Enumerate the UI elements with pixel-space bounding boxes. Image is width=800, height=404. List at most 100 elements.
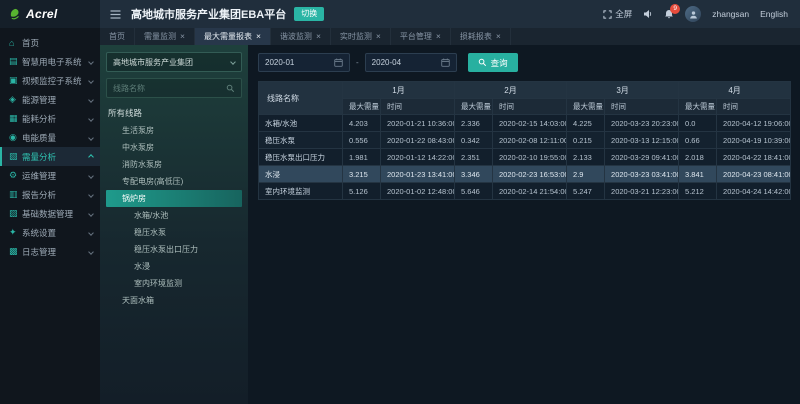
tree-item[interactable]: 锅炉房 bbox=[106, 190, 242, 207]
sidebar-item-label: 系统设置 bbox=[22, 227, 89, 239]
sidebar-item[interactable]: ⌂首页 bbox=[0, 33, 100, 52]
close-icon[interactable]: × bbox=[436, 32, 441, 41]
demand-cell: 2.133 bbox=[567, 149, 605, 166]
table-row[interactable]: 水浸3.2152020-01-23 13:41:003.3462020-02-2… bbox=[259, 166, 791, 183]
query-button[interactable]: 查询 bbox=[468, 53, 518, 72]
line-name-cell: 室内环境监测 bbox=[259, 183, 343, 200]
tab[interactable]: 首页 bbox=[100, 28, 135, 45]
table-header: 线路名称1月2月3月4月最大需量时间最大需量时间最大需量时间最大需量时间 bbox=[259, 82, 791, 115]
close-icon[interactable]: × bbox=[180, 32, 185, 41]
username[interactable]: zhangsan bbox=[712, 9, 749, 19]
time-cell: 2020-01-02 12:48:00 bbox=[381, 183, 455, 200]
tree-item[interactable]: 水浸 bbox=[106, 258, 242, 275]
demand-cell: 0.66 bbox=[679, 132, 717, 149]
sidebar-item-label: 运维管理 bbox=[22, 170, 89, 182]
column-header-max-demand: 最大需量 bbox=[455, 99, 493, 115]
tab[interactable]: 损耗报表× bbox=[451, 28, 511, 45]
tree-item[interactable]: 水箱/水池 bbox=[106, 207, 242, 224]
sidebar-item-label: 能源管理 bbox=[22, 94, 89, 106]
close-icon[interactable]: × bbox=[376, 32, 381, 41]
tab[interactable]: 最大需量报表 × bbox=[195, 28, 271, 45]
tab[interactable]: 实时监测× bbox=[331, 28, 391, 45]
time-cell: 2020-04-23 08:41:00 bbox=[717, 166, 791, 183]
time-cell: 2020-03-23 20:23:00 bbox=[605, 115, 679, 132]
close-icon[interactable]: × bbox=[316, 32, 321, 41]
tab-label: 首页 bbox=[109, 31, 125, 42]
query-button-label: 查询 bbox=[491, 57, 508, 69]
tree-item[interactable]: 专配电房(高低压) bbox=[106, 173, 242, 190]
notification-badge: 9 bbox=[670, 4, 680, 14]
tree-item[interactable]: 稳压水泵 bbox=[106, 224, 242, 241]
tab-label: 最大需量报表 bbox=[204, 31, 252, 42]
calendar-icon bbox=[441, 58, 450, 67]
table-row[interactable]: 水箱/水池4.2032020-01-21 10:36:002.3362020-0… bbox=[259, 115, 791, 132]
sidebar-item[interactable]: ▣视频监控子系统 bbox=[0, 71, 100, 90]
start-date-picker[interactable]: 2020-01 bbox=[258, 53, 350, 72]
column-header-max-demand: 最大需量 bbox=[679, 99, 717, 115]
demand-cell: 3.215 bbox=[343, 166, 381, 183]
tab[interactable]: 谐波监测 × bbox=[271, 28, 331, 45]
end-date-picker[interactable]: 2020-04 bbox=[365, 53, 457, 72]
table-row[interactable]: 稳压水泵出口压力1.9812020-01-12 14:22:002.351202… bbox=[259, 149, 791, 166]
time-cell: 2020-04-12 19:06:00 bbox=[717, 115, 791, 132]
sidebar-item[interactable]: ▥报告分析 bbox=[0, 185, 100, 204]
demand-cell: 3.841 bbox=[679, 166, 717, 183]
switch-button[interactable]: 切换 bbox=[294, 7, 324, 21]
tree-item[interactable]: 稳压水泵出口压力 bbox=[106, 241, 242, 258]
demand-cell: 3.346 bbox=[455, 166, 493, 183]
sidebar-item[interactable]: ◉电能质量 bbox=[0, 128, 100, 147]
sidebar-item[interactable]: ✦系统设置 bbox=[0, 223, 100, 242]
speaker-icon[interactable] bbox=[643, 9, 653, 19]
page-title: 高地城市服务产业集团EBA平台 bbox=[131, 6, 286, 22]
tree-item[interactable]: 天面水箱 bbox=[106, 292, 242, 309]
tree-item[interactable]: 中水泵房 bbox=[106, 139, 242, 156]
chevron-down-icon bbox=[88, 173, 94, 179]
time-cell: 2020-04-19 10:39:00 bbox=[717, 132, 791, 149]
sidebar-item-label: 视频监控子系统 bbox=[22, 75, 89, 87]
org-select[interactable]: 高地城市服务产业集团 bbox=[106, 52, 242, 72]
notifications-button[interactable]: 9 bbox=[664, 9, 674, 19]
sidebar-item[interactable]: ◈能源管理 bbox=[0, 90, 100, 109]
search-input[interactable] bbox=[113, 84, 222, 93]
fullscreen-button[interactable]: 全屏 bbox=[603, 8, 632, 20]
start-date-value: 2020-01 bbox=[265, 58, 294, 67]
date-range-separator: - bbox=[356, 58, 359, 67]
main-content: 2020-01 - 2020-04 查询 bbox=[248, 45, 800, 404]
column-header-max-demand: 最大需量 bbox=[343, 99, 381, 115]
demand-cell: 0.0 bbox=[679, 115, 717, 132]
time-cell: 2020-02-14 21:54:00 bbox=[493, 183, 567, 200]
tree-item[interactable]: 消防水泵房 bbox=[106, 156, 242, 173]
time-cell: 2020-01-12 14:22:00 bbox=[381, 149, 455, 166]
tree-root-node[interactable]: 所有线路 bbox=[108, 107, 240, 119]
line-tree: 生活泵房中水泵房消防水泵房专配电房(高低压)锅炉房水箱/水池稳压水泵稳压水泵出口… bbox=[106, 122, 242, 309]
fullscreen-label: 全屏 bbox=[615, 8, 632, 20]
tab[interactable]: 需量监测× bbox=[135, 28, 195, 45]
tab-label: 谐波监测 bbox=[280, 31, 312, 42]
sidebar-item[interactable]: ⚙运维管理 bbox=[0, 166, 100, 185]
tab[interactable]: 平台管理× bbox=[391, 28, 451, 45]
sidebar-item[interactable]: ▤智慧用电子系统 bbox=[0, 52, 100, 71]
column-header-line-name: 线路名称 bbox=[259, 82, 343, 115]
sidebar-menu: ⌂首页▤智慧用电子系统▣视频监控子系统◈能源管理▦能耗分析◉电能质量▧需量分析⚙… bbox=[0, 28, 100, 261]
demand-cell: 4.203 bbox=[343, 115, 381, 132]
chevron-down-icon bbox=[88, 78, 94, 84]
sidebar-item[interactable]: ▦能耗分析 bbox=[0, 109, 100, 128]
search-icon[interactable] bbox=[226, 84, 235, 93]
brand-name: Acrel bbox=[26, 7, 58, 21]
table-row[interactable]: 室内环境监测5.1262020-01-02 12:48:005.6462020-… bbox=[259, 183, 791, 200]
demand-cell: 0.556 bbox=[343, 132, 381, 149]
sidebar-item[interactable]: ▧需量分析 bbox=[0, 147, 100, 166]
table-row[interactable]: 稳压水泵0.5562020-01-22 08:43:000.3422020-02… bbox=[259, 132, 791, 149]
line-name-cell: 稳压水泵出口压力 bbox=[259, 149, 343, 166]
tree-item[interactable]: 室内环境监测 bbox=[106, 275, 242, 292]
language-switch[interactable]: English bbox=[760, 9, 788, 19]
close-icon[interactable]: × bbox=[496, 32, 501, 41]
hamburger-icon[interactable] bbox=[110, 10, 121, 19]
sidebar-item[interactable]: ▩日志管理 bbox=[0, 242, 100, 261]
close-icon[interactable]: × bbox=[256, 32, 261, 41]
avatar[interactable] bbox=[685, 6, 701, 22]
demand-cell: 2.351 bbox=[455, 149, 493, 166]
sidebar-item[interactable]: ▨基础数据管理 bbox=[0, 204, 100, 223]
end-date-value: 2020-04 bbox=[372, 58, 401, 67]
tree-item[interactable]: 生活泵房 bbox=[106, 122, 242, 139]
